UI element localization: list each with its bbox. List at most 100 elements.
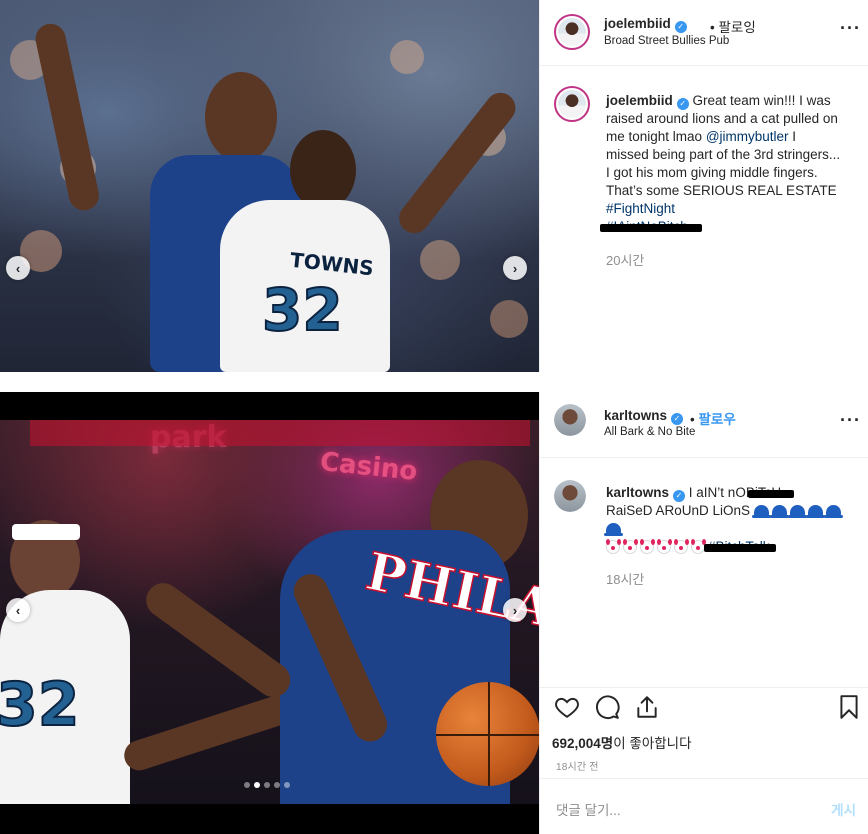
hashtag-link-redacted[interactable]: #BitchTalk — [704, 539, 776, 554]
following-button[interactable]: 팔로잉 — [719, 20, 756, 35]
follow-status[interactable]: • 팔로우 — [690, 408, 736, 428]
photo-embiid-towns: TOWNS 32 — [0, 0, 539, 372]
basketball — [436, 682, 539, 786]
caption-username[interactable]: joelembiid — [606, 93, 673, 108]
avatar[interactable] — [554, 404, 586, 436]
likes-count[interactable]: 692,004명이 좋아합니다 — [552, 732, 692, 752]
carousel-dot — [254, 782, 260, 788]
post-media[interactable]: TOWNS 32 ‹ › — [0, 0, 539, 372]
post-gap — [0, 372, 868, 392]
clown-emoji-icon — [606, 539, 620, 554]
next-arrow-icon[interactable]: › — [503, 256, 527, 280]
carousel-indicator — [244, 782, 290, 788]
jersey-number: 32 — [0, 669, 80, 741]
player-arm — [393, 86, 522, 240]
username-text[interactable]: joelembiid — [604, 16, 671, 31]
clown-emoji-icon — [640, 539, 654, 554]
redaction-bar — [704, 544, 776, 552]
crowd-figure — [420, 240, 460, 280]
player-head — [205, 72, 277, 162]
action-bar: 692,004명이 좋아합니다 18시간 전 — [540, 687, 868, 787]
caption-text: RaiSeD ARoUnD LiOnS — [606, 503, 751, 518]
caption-avatar[interactable] — [554, 86, 590, 122]
comment-icon[interactable] — [594, 694, 620, 720]
post-timestamp[interactable]: 18시간 전 — [556, 758, 599, 773]
username-text[interactable]: karltowns — [604, 408, 667, 423]
cap-emoji-icon — [823, 505, 843, 518]
redaction-bar — [747, 490, 794, 498]
heart-icon[interactable] — [554, 694, 580, 720]
likes-number[interactable]: 692,004명 — [552, 736, 613, 751]
crowd-figure — [390, 40, 424, 74]
comment-time[interactable]: 18시간 — [606, 569, 644, 588]
hashtag-link-redacted[interactable]: #IAintNoBitch — [600, 219, 702, 234]
post-header: joelembiid ✓ • 팔로잉 Broad Street Bullies P… — [540, 0, 868, 66]
follow-status[interactable]: • 팔로잉 — [710, 16, 756, 36]
cap-emoji-icon — [769, 505, 789, 518]
headband — [12, 524, 80, 540]
more-options-icon[interactable]: ··· — [840, 410, 861, 431]
photo-embiid-rebound: park Casino 32 PHILA — [0, 420, 539, 814]
share-icon[interactable] — [634, 694, 660, 720]
username-link[interactable]: joelembiid ✓ — [604, 16, 687, 33]
next-arrow-icon[interactable]: › — [503, 598, 527, 622]
cap-emoji-icon — [751, 505, 771, 518]
carousel-dot — [264, 782, 270, 788]
username-link[interactable]: karltowns ✓ — [604, 408, 684, 425]
caption-username[interactable]: karltowns — [606, 485, 669, 500]
caption-text: I aIN’t nO — [688, 485, 746, 500]
cap-emoji-icon — [604, 523, 623, 536]
carousel-dot — [244, 782, 250, 788]
caption: joelembiid ✓ Great team win!!! I was rais… — [600, 92, 842, 236]
clown-emoji-icon — [674, 539, 688, 554]
location-link[interactable]: Broad Street Bullies Pub — [604, 35, 729, 47]
separator: • — [690, 412, 695, 427]
clown-emoji-icon — [657, 539, 671, 554]
crowd-figure — [490, 300, 528, 338]
mention-link[interactable]: @jimmybutler — [706, 129, 789, 144]
caption-avatar[interactable] — [554, 480, 586, 512]
clown-emoji-icon — [623, 539, 637, 554]
prev-arrow-icon[interactable]: ‹ — [6, 256, 30, 280]
follow-button[interactable]: 팔로우 — [699, 412, 736, 427]
post-sidebar: karltowns ✓ • 팔로우 All Bark & No Bite ··· … — [539, 392, 868, 834]
caption: karltowns ✓ I aIN’t nOBiTcH RaiSeD ARoUnD… — [604, 484, 850, 556]
post-sidebar: joelembiid ✓ • 팔로잉 Broad Street Bullies P… — [539, 0, 868, 372]
likes-suffix: 이 좋아합니다 — [613, 736, 692, 751]
bookmark-icon[interactable] — [836, 694, 862, 720]
letterbox-bottom — [0, 804, 539, 834]
comment-time[interactable]: 20시간 — [606, 250, 644, 269]
redaction-bar — [600, 224, 702, 232]
post-media[interactable]: park Casino 32 PHILA ‹ › — [0, 392, 539, 834]
post-karltowns: park Casino 32 PHILA ‹ › karltowns ✓ — [0, 392, 868, 834]
hashtag-link[interactable]: #FightNight — [606, 201, 675, 216]
verified-badge-icon: ✓ — [674, 20, 687, 33]
carousel-dot — [274, 782, 280, 788]
player-arm — [32, 21, 102, 214]
verified-badge-icon: ✓ — [671, 412, 684, 425]
cap-emoji-icon — [787, 505, 807, 518]
more-options-icon[interactable]: ··· — [840, 18, 861, 39]
arena-sign: Casino — [318, 446, 419, 488]
post-joelembiid: TOWNS 32 ‹ › joelembiid ✓ • 팔로잉 Broad Str… — [0, 0, 868, 372]
post-comment-button[interactable]: 게시 — [831, 799, 856, 819]
player-arm — [139, 576, 297, 704]
clown-emoji-row — [606, 539, 708, 554]
verified-badge-icon: ✓ — [673, 490, 686, 502]
player-head — [290, 130, 356, 210]
cap-emoji-icon — [805, 505, 825, 518]
prev-arrow-icon[interactable]: ‹ — [6, 598, 30, 622]
clown-emoji-icon — [691, 539, 705, 554]
avatar[interactable] — [554, 14, 590, 50]
carousel-dot — [284, 782, 290, 788]
separator: • — [710, 20, 715, 35]
verified-badge-icon: ✓ — [676, 98, 689, 110]
comment-input[interactable]: 댓글 달기... — [556, 799, 621, 819]
jersey-number: 32 — [261, 275, 344, 345]
arena-banner — [30, 420, 530, 446]
location-link[interactable]: All Bark & No Bite — [604, 426, 695, 438]
comment-bar: 댓글 달기... 게시 — [540, 778, 868, 834]
letterbox-top — [0, 392, 539, 420]
caption-redacted: BiTcH — [746, 485, 794, 500]
post-header: karltowns ✓ • 팔로우 All Bark & No Bite ··· — [540, 392, 868, 458]
